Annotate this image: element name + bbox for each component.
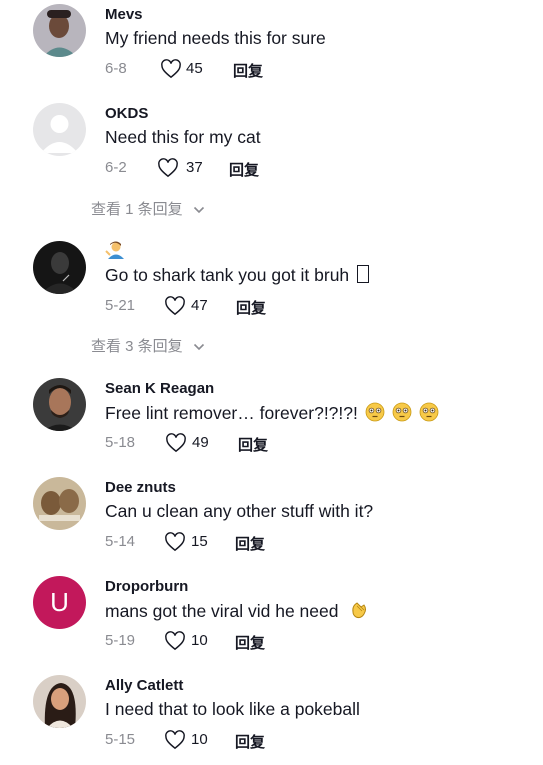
reply-button[interactable]: 回复 — [235, 533, 265, 554]
reply-button[interactable]: 回复 — [229, 159, 259, 180]
avatar[interactable] — [33, 4, 86, 57]
clapping-hands-emoji-icon — [352, 602, 367, 619]
comment-text: Go to shark tank you got it bruh — [105, 265, 370, 286]
avatar[interactable] — [33, 675, 86, 728]
comment-meta: 5-19 10 回复 — [105, 631, 405, 653]
heart-icon[interactable] — [164, 631, 186, 651]
comment-text: My friend needs this for sure — [105, 28, 326, 48]
comment-username[interactable]: OKDS — [105, 105, 148, 122]
comment-text: I need that to look like a pokeball — [105, 699, 360, 719]
heart-icon[interactable] — [160, 59, 182, 79]
like-count: 37 — [186, 159, 203, 176]
comment-meta: 6-2 37 回复 — [105, 158, 405, 180]
heart-icon[interactable] — [165, 433, 187, 453]
reply-button[interactable]: 回复 — [238, 434, 268, 455]
heart-icon[interactable] — [164, 532, 186, 552]
like-count: 47 — [191, 297, 208, 314]
missing-glyph-icon — [357, 265, 370, 283]
heart-icon[interactable] — [164, 730, 186, 750]
avatar[interactable] — [33, 241, 86, 294]
flushed-face-emoji-icon — [419, 402, 438, 422]
comment-date: 5-14 — [105, 533, 136, 550]
comment-date: 5-19 — [105, 632, 136, 649]
comment-date: 5-18 — [105, 434, 136, 451]
heart-icon[interactable] — [157, 158, 179, 178]
comment-text: Need this for my cat — [105, 127, 261, 147]
heart-icon[interactable] — [164, 296, 186, 316]
comment-date: 5-15 — [105, 731, 136, 748]
reply-button[interactable]: 回复 — [235, 731, 265, 752]
comment-date: 5-21 — [105, 297, 136, 314]
chevron-down-icon — [193, 343, 204, 351]
comment-username[interactable]: Mevs — [105, 6, 143, 23]
view-replies-label: 查看 1 条回复 — [91, 201, 183, 218]
comment-meta: 5-15 10 回复 — [105, 730, 405, 752]
comment-username[interactable]: Ally Catlett — [105, 677, 183, 694]
flushed-face-emoji-icon — [392, 402, 412, 422]
comment-meta: 6-8 45 回复 — [105, 59, 405, 81]
avatar-letter: U — [50, 587, 69, 617]
person-shrug-emoji-icon — [105, 241, 124, 259]
view-replies-button[interactable]: 查看 3 条回复 — [91, 335, 205, 356]
comment-username[interactable]: Dee znuts — [105, 479, 176, 496]
chevron-down-icon — [193, 206, 204, 214]
comment-meta: 5-14 15 回复 — [105, 532, 405, 554]
avatar[interactable]: U — [33, 576, 86, 629]
avatar[interactable] — [33, 103, 86, 156]
like-count: 49 — [192, 434, 209, 451]
view-replies-button[interactable]: 查看 1 条回复 — [91, 198, 205, 219]
comment-text: mans got the viral vid he need — [105, 600, 369, 622]
reply-button[interactable]: 回复 — [233, 60, 263, 81]
avatar[interactable] — [33, 378, 86, 431]
comment-meta: 5-21 47 回复 — [105, 296, 405, 318]
comment-meta: 5-18 49 回复 — [105, 433, 405, 455]
like-count: 15 — [191, 533, 208, 550]
comment-date: 6-2 — [105, 159, 127, 176]
like-count: 45 — [186, 60, 203, 77]
comment-text: Can u clean any other stuff with it? — [105, 501, 374, 521]
comment-username[interactable]: Sean K Reagan — [105, 380, 214, 397]
view-replies-label: 查看 3 条回复 — [91, 338, 183, 355]
comment-date: 6-8 — [105, 60, 127, 77]
reply-button[interactable]: 回复 — [236, 297, 266, 318]
flushed-face-emoji-icon — [365, 402, 385, 422]
avatar[interactable] — [33, 477, 86, 530]
like-count: 10 — [191, 632, 208, 649]
reply-button[interactable]: 回复 — [235, 632, 265, 653]
comment-text: Free lint remover… forever?!?!?! — [105, 402, 439, 424]
like-count: 10 — [191, 731, 208, 748]
comment-username[interactable]: Droporburn — [105, 578, 188, 595]
